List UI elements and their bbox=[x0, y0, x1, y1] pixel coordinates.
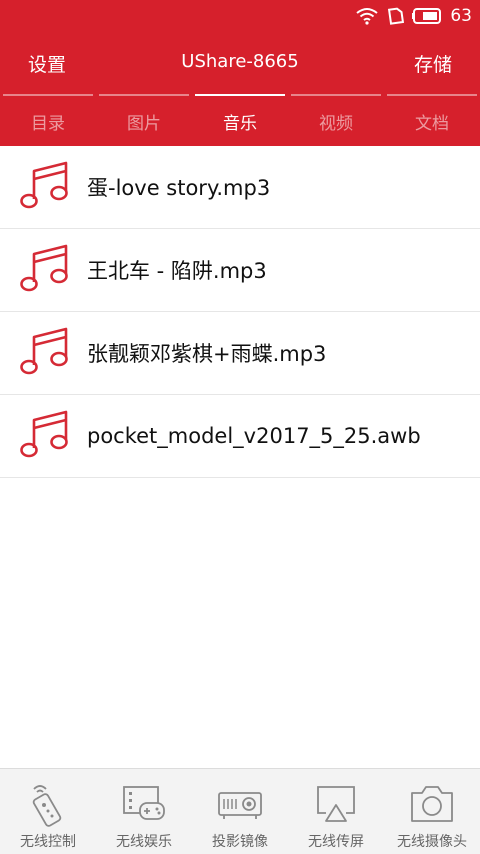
tab-directory[interactable]: 目录 bbox=[0, 94, 96, 146]
list-item[interactable]: 张靓颖邓紫棋+雨蝶.mp3 bbox=[0, 312, 480, 395]
storage-button[interactable]: 存储 bbox=[414, 50, 452, 77]
list-item[interactable]: 蛋-love story.mp3 bbox=[0, 146, 480, 229]
nav-label: 无线摄像头 bbox=[397, 834, 467, 850]
bottom-nav: 无线控制 无线娱乐 投影镜像 无线传屏 无线摄像头 bbox=[0, 768, 480, 854]
file-name: 蛋-love story.mp3 bbox=[87, 176, 271, 200]
nav-label: 投影镜像 bbox=[212, 834, 268, 850]
status-icons: 63 bbox=[356, 5, 472, 27]
remote-control-icon bbox=[32, 785, 62, 827]
nav-projection-mirror[interactable]: 投影镜像 bbox=[192, 769, 288, 854]
wifi-icon bbox=[356, 8, 378, 25]
music-note-icon bbox=[20, 161, 68, 209]
nav-wireless-screencast[interactable]: 无线传屏 bbox=[288, 769, 384, 854]
nav-wireless-entertainment[interactable]: 无线娱乐 bbox=[96, 769, 192, 854]
file-name: 张靓颖邓紫棋+雨蝶.mp3 bbox=[87, 342, 327, 366]
status-bar: 63 bbox=[0, 0, 480, 32]
app-header: 设置 UShare-8665 存储 bbox=[0, 32, 480, 94]
sim-card-icon bbox=[388, 7, 405, 25]
airplay-icon bbox=[317, 786, 355, 822]
file-name: 王北车 - 陷阱.mp3 bbox=[87, 259, 267, 283]
music-note-icon bbox=[20, 327, 68, 375]
battery-level: 63 bbox=[450, 6, 472, 26]
tab-pictures[interactable]: 图片 bbox=[96, 94, 192, 146]
music-file-list: 蛋-love story.mp3 王北车 - 陷阱.mp3 张靓颖邓紫棋+雨蝶.… bbox=[0, 146, 480, 478]
music-note-icon bbox=[20, 244, 68, 292]
list-item[interactable]: pocket_model_v2017_5_25.awb bbox=[0, 395, 480, 478]
nav-wireless-camera[interactable]: 无线摄像头 bbox=[384, 769, 480, 854]
music-note-icon bbox=[20, 410, 68, 458]
camera-icon bbox=[411, 786, 453, 822]
page-title: UShare-8665 bbox=[181, 51, 299, 72]
tab-music[interactable]: 音乐 bbox=[192, 94, 288, 146]
category-tabs: 目录 图片 音乐 视频 文档 bbox=[0, 94, 480, 146]
nav-label: 无线控制 bbox=[20, 834, 76, 850]
nav-wireless-control[interactable]: 无线控制 bbox=[0, 769, 96, 854]
tab-documents[interactable]: 文档 bbox=[384, 94, 480, 146]
projector-icon bbox=[218, 792, 262, 819]
tab-video[interactable]: 视频 bbox=[288, 94, 384, 146]
nav-label: 无线娱乐 bbox=[116, 834, 172, 850]
gamepad-icon bbox=[123, 786, 165, 820]
battery-icon bbox=[412, 8, 442, 24]
list-item[interactable]: 王北车 - 陷阱.mp3 bbox=[0, 229, 480, 312]
file-name: pocket_model_v2017_5_25.awb bbox=[87, 424, 421, 448]
nav-label: 无线传屏 bbox=[308, 834, 364, 850]
